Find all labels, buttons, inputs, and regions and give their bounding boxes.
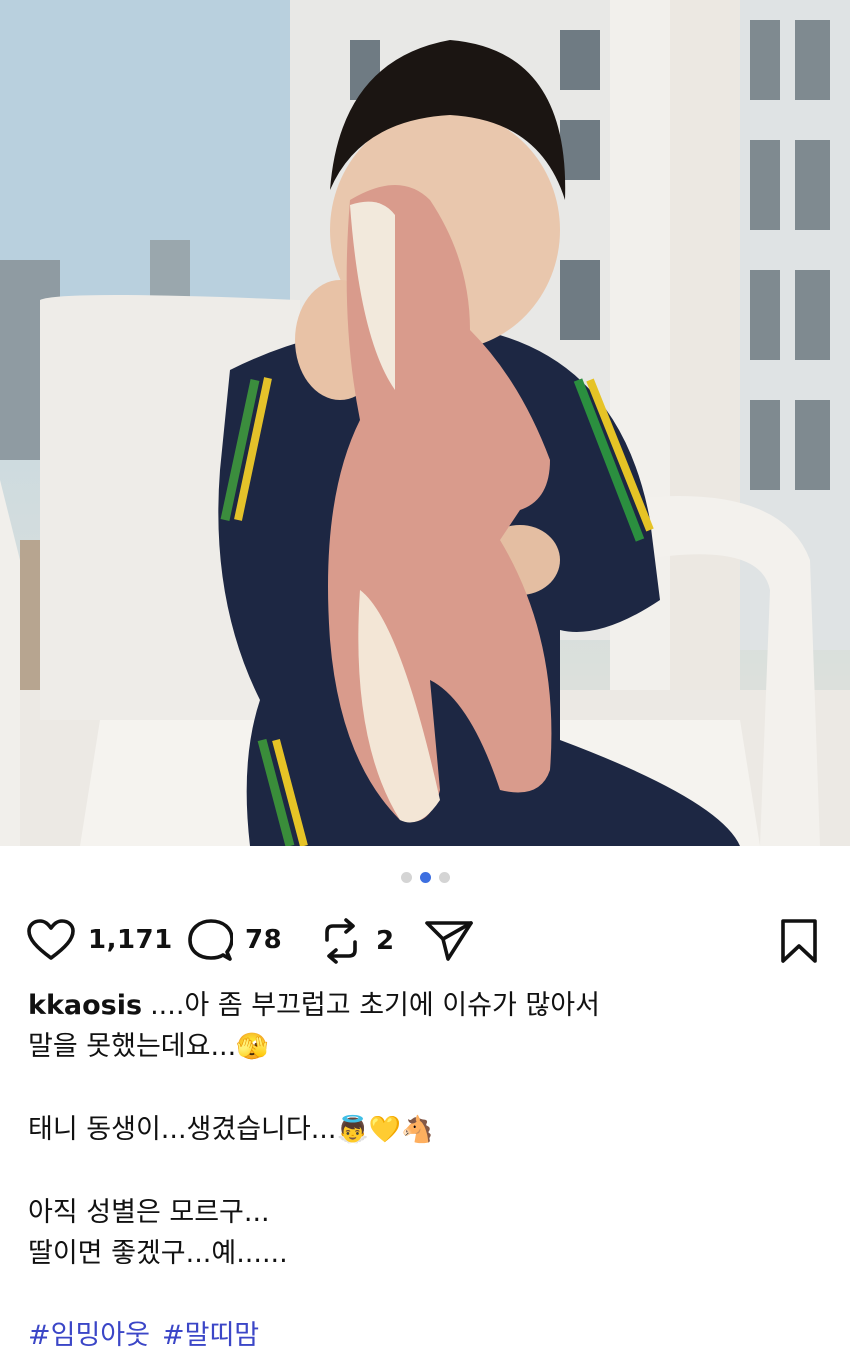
repost-button[interactable]: 2 xyxy=(318,918,395,964)
caption-text: ....아 좀 부끄럽고 초기에 이슈가 많아서 xyxy=(150,990,600,1021)
hashtag-list: #임밍아웃 #말띠맘 xyxy=(28,1315,828,1356)
like-count: 1,171 xyxy=(88,925,173,955)
action-bar: 1,171 78 2 xyxy=(0,910,850,966)
caption-blank-line xyxy=(28,1068,828,1109)
photo-illustration xyxy=(0,0,850,846)
caption-line: 딸이면 좋겠구...예...... xyxy=(28,1233,828,1274)
caption-line: 태니 동생이...생겼습니다...👼💛🐴 xyxy=(28,1109,828,1151)
like-button[interactable]: 1,171 xyxy=(26,918,173,962)
share-icon xyxy=(425,921,473,961)
comment-button[interactable]: 78 xyxy=(187,918,282,962)
caption-text: 아직 성별은 모르구... xyxy=(28,1197,270,1228)
face-peeking-emoji: 🫣 xyxy=(236,1032,269,1062)
post-photo[interactable] xyxy=(0,0,850,846)
angel-heart-horse-emojis: 👼💛🐴 xyxy=(336,1115,434,1145)
repost-count: 2 xyxy=(376,926,395,956)
bookmark-icon xyxy=(781,919,817,963)
username-link[interactable]: kkaosis xyxy=(28,990,142,1021)
caption-line: 아직 성별은 모르구... xyxy=(28,1192,828,1233)
bookmark-button[interactable] xyxy=(778,918,820,964)
hashtag-link[interactable]: #임밍아웃 xyxy=(28,1320,150,1351)
heart-icon xyxy=(27,919,75,960)
comment-icon xyxy=(188,919,233,961)
share-button[interactable] xyxy=(424,918,474,962)
repost-icon xyxy=(325,918,357,964)
caption-blank-line xyxy=(28,1274,828,1315)
caption-text: 태니 동생이...생겼습니다... xyxy=(28,1114,337,1145)
caption-text: 말을 못했는데요... xyxy=(28,1031,237,1062)
carousel-indicator xyxy=(0,872,850,883)
comment-count: 78 xyxy=(245,925,283,955)
carousel-dot xyxy=(438,872,450,883)
caption-line: 말을 못했는데요...🫣 xyxy=(28,1026,828,1068)
carousel-dot xyxy=(400,872,412,883)
caption-line: kkaosis ....아 좀 부끄럽고 초기에 이슈가 많아서 xyxy=(28,985,828,1026)
caption-text: 딸이면 좋겠구...예...... xyxy=(28,1238,288,1269)
hashtag-link[interactable]: #말띠맘 xyxy=(162,1320,259,1351)
carousel-dot-active xyxy=(419,872,431,883)
post-caption: kkaosis ....아 좀 부끄럽고 초기에 이슈가 많아서 말을 못했는데요… xyxy=(28,985,828,1356)
caption-blank-line xyxy=(28,1151,828,1192)
